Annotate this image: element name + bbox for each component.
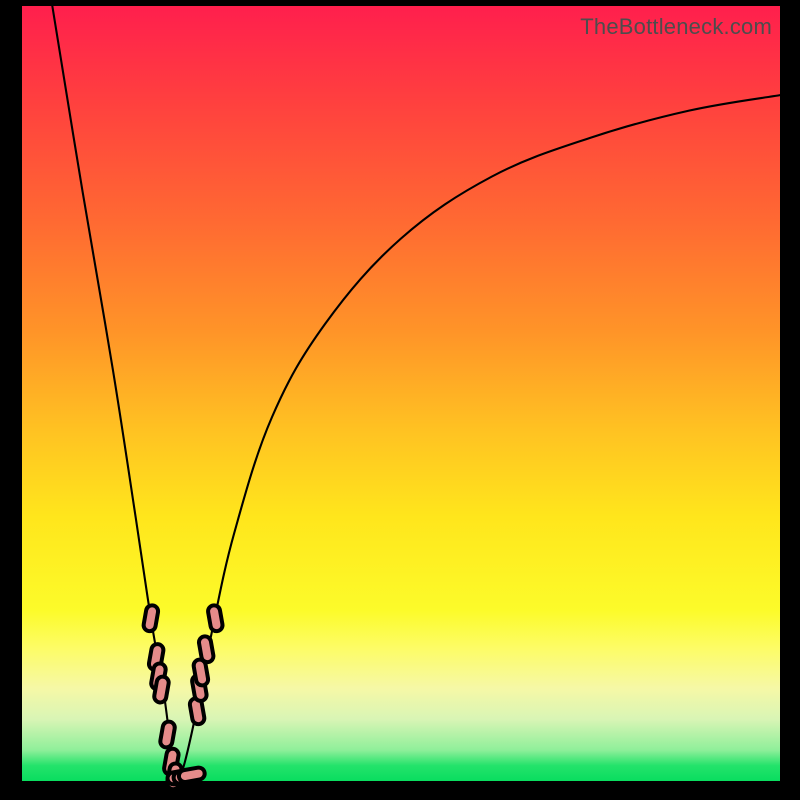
data-marker — [143, 604, 159, 632]
marker-group — [143, 604, 224, 790]
data-marker — [198, 635, 214, 663]
chart-plot-area: TheBottleneck.com — [22, 6, 780, 781]
data-marker — [153, 676, 169, 704]
data-marker — [159, 721, 175, 749]
data-marker — [178, 767, 206, 783]
markers-svg — [22, 6, 780, 781]
chart-frame: TheBottleneck.com — [0, 0, 800, 800]
data-marker — [207, 604, 223, 632]
